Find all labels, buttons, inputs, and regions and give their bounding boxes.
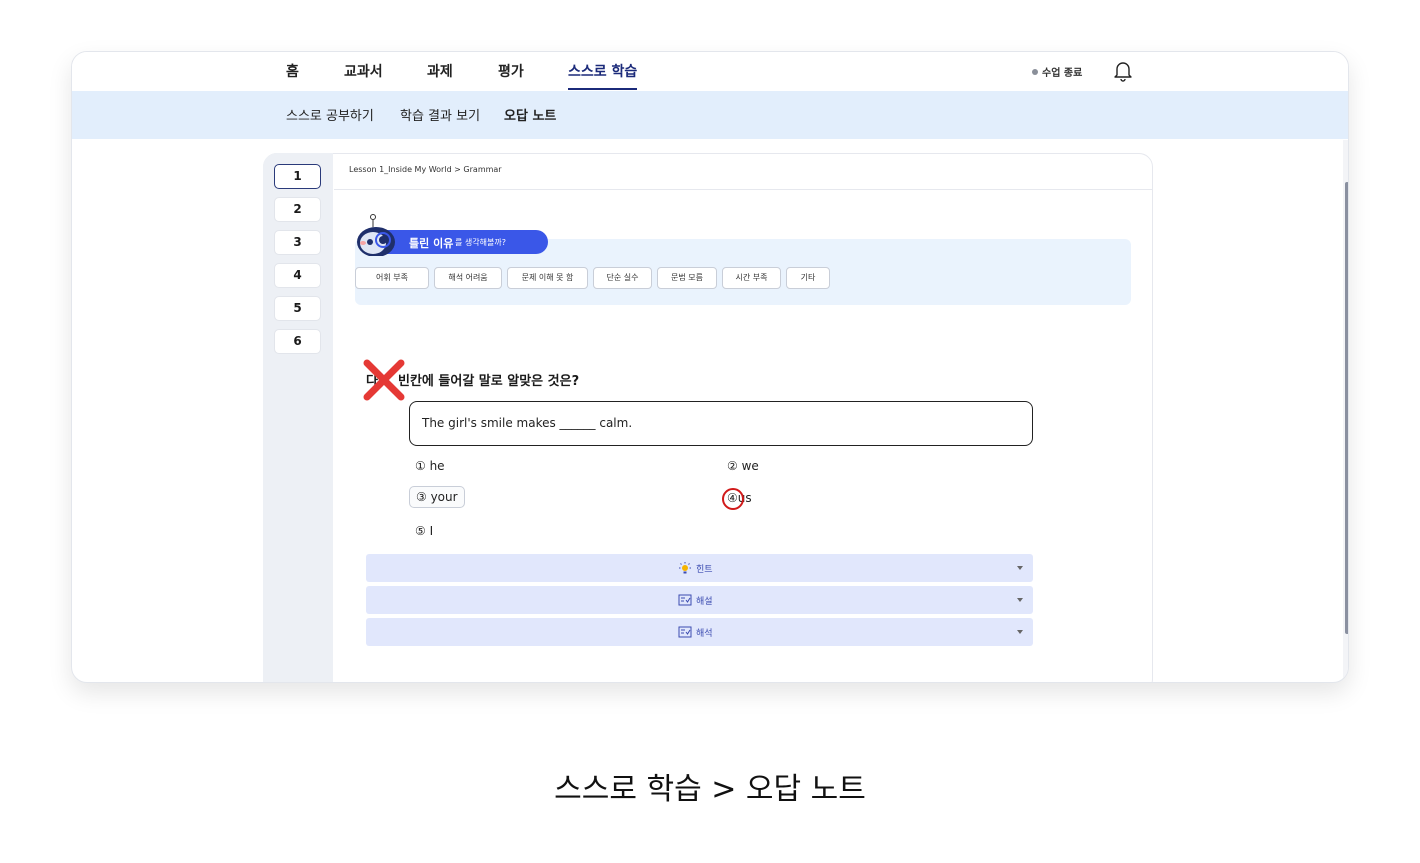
- reason-chip-grammar[interactable]: 문법 모름: [657, 267, 717, 289]
- question-number-sidebar: 1 2 3 4 5 6: [263, 153, 333, 682]
- question-number-6[interactable]: 6: [274, 329, 321, 354]
- mascot-icon: [357, 214, 395, 256]
- note-icon: [678, 594, 692, 606]
- option-1[interactable]: ① he: [415, 459, 445, 473]
- bell-icon[interactable]: [1113, 60, 1133, 82]
- divider: [334, 189, 1152, 190]
- question-number-1[interactable]: 1: [274, 164, 321, 189]
- reason-title-bold: 틀린 이유: [409, 237, 454, 250]
- subnav-wrong-notes[interactable]: 오답 노트: [504, 105, 556, 124]
- page-caption: 스스로 학습 > 오답 노트: [554, 772, 866, 807]
- question-sentence: The girl's smile makes ______ calm.: [422, 416, 633, 430]
- chevron-down-icon: [1017, 630, 1023, 634]
- nav-self-study[interactable]: 스스로 학습: [568, 61, 637, 81]
- nav-textbook[interactable]: 교과서: [344, 61, 383, 81]
- top-nav: 홈 교과서 과제 평가 스스로 학습 수업 종료: [72, 52, 1348, 91]
- chevron-down-icon: [1017, 566, 1023, 570]
- reason-chip-time[interactable]: 시간 부족: [722, 267, 781, 289]
- explanation-label: 해설: [696, 597, 713, 607]
- reason-chip-mistake[interactable]: 단순 실수: [593, 267, 652, 289]
- option-5[interactable]: ⑤ I: [415, 524, 433, 538]
- status-dot-icon: [1032, 69, 1038, 75]
- nav-active-underline: [568, 88, 637, 90]
- reason-chip-other[interactable]: 기타: [786, 267, 830, 289]
- reason-title-light: 를 생각해볼까?: [455, 238, 506, 247]
- explanation-accordion[interactable]: 해설: [366, 586, 1033, 614]
- nav-home[interactable]: 홈: [286, 61, 299, 81]
- hint-label: 힌트: [696, 565, 713, 575]
- wrong-reason-title: 틀린 이유 를 생각해볼까?: [385, 230, 548, 254]
- correct-answer-circle: [722, 488, 744, 510]
- bulb-icon: [679, 562, 691, 574]
- note-icon: [678, 626, 692, 638]
- reason-chip-translation[interactable]: 해석 어려움: [434, 267, 502, 289]
- question-number-2[interactable]: 2: [274, 197, 321, 222]
- question-number-5[interactable]: 5: [274, 296, 321, 321]
- breadcrumb: Lesson 1_Inside My World > Grammar: [349, 165, 502, 174]
- status-label: 수업 종료: [1042, 68, 1083, 79]
- chevron-down-icon: [1017, 598, 1023, 602]
- option-2[interactable]: ② we: [727, 459, 759, 473]
- scrollbar-thumb[interactable]: [1345, 182, 1348, 634]
- translation-label: 해석: [696, 629, 713, 639]
- sentence-box: The girl's smile makes ______ calm.: [409, 401, 1033, 446]
- reason-chip-vocab[interactable]: 어휘 부족: [355, 267, 429, 289]
- translation-accordion[interactable]: 해석: [366, 618, 1033, 646]
- hint-accordion[interactable]: 힌트: [366, 554, 1033, 582]
- sub-nav: 스스로 공부하기 학습 결과 보기 오답 노트: [72, 91, 1348, 139]
- option-3-selected[interactable]: ③ your: [409, 486, 465, 508]
- subnav-results[interactable]: 학습 결과 보기: [400, 105, 480, 124]
- wrong-x-icon: [363, 359, 405, 401]
- question-number-4[interactable]: 4: [274, 263, 321, 288]
- question-text: 빈칸에 들어갈 말로 알맞은 것은?: [398, 374, 580, 389]
- class-status: 수업 종료: [1032, 64, 1082, 79]
- nav-evaluation[interactable]: 평가: [498, 61, 524, 81]
- app-window: 홈 교과서 과제 평가 스스로 학습 수업 종료 스스로 공부하기 학습 결과 …: [71, 51, 1349, 683]
- question-number-3[interactable]: 3: [274, 230, 321, 255]
- subnav-study[interactable]: 스스로 공부하기: [286, 105, 374, 124]
- nav-assignment[interactable]: 과제: [427, 61, 453, 81]
- reason-chip-misunderstood[interactable]: 문제 이해 못 함: [507, 267, 588, 289]
